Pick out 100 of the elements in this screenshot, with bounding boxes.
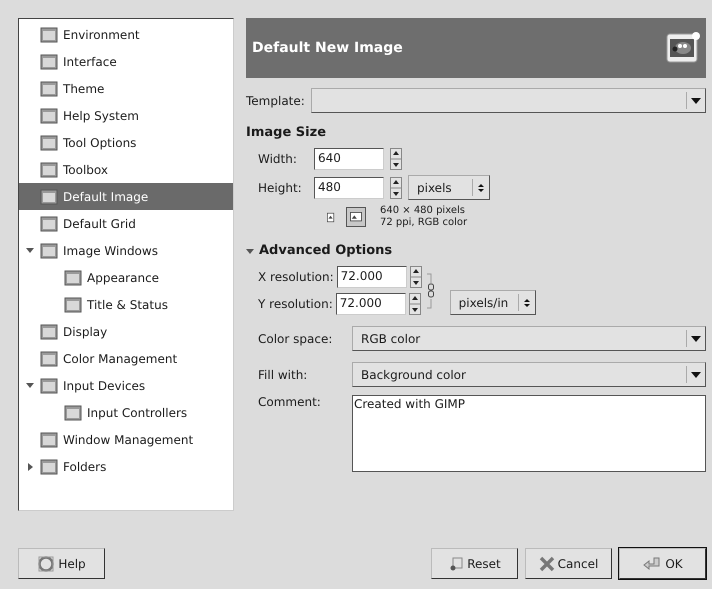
lifebuoy-icon bbox=[37, 556, 56, 572]
ok-button[interactable]: OK bbox=[619, 548, 706, 579]
window-icon bbox=[64, 404, 82, 422]
tree-item[interactable]: Input Devices bbox=[19, 372, 233, 399]
tree-item[interactable]: Image Windows bbox=[19, 237, 233, 264]
expander-right-icon[interactable] bbox=[26, 462, 34, 470]
window-icon bbox=[64, 268, 82, 286]
tree-item[interactable]: Default Image bbox=[19, 183, 233, 210]
tree-item-label: Theme bbox=[63, 82, 104, 96]
width-spinner[interactable] bbox=[390, 148, 402, 170]
expander-down-icon[interactable] bbox=[246, 246, 254, 254]
field-label: Comment: bbox=[258, 395, 322, 409]
tree-item[interactable]: Title & Status bbox=[19, 291, 233, 318]
tree-item-label: Input Devices bbox=[63, 378, 146, 392]
enter-arrow-icon bbox=[642, 556, 662, 572]
section-title: Image Size bbox=[246, 125, 328, 140]
field-label: Width: bbox=[258, 152, 298, 166]
tree-item[interactable]: Tool Options bbox=[19, 129, 233, 156]
tree-item[interactable]: Window Management bbox=[19, 426, 233, 453]
height-spinner[interactable] bbox=[390, 176, 402, 198]
up-down-arrows-icon bbox=[477, 182, 485, 192]
portrait-page-icon bbox=[327, 210, 337, 224]
window-icon bbox=[40, 322, 58, 340]
tree-item[interactable]: Help System bbox=[19, 102, 233, 129]
window-icon bbox=[40, 80, 58, 98]
image-info: 640 × 480 pixels bbox=[380, 205, 466, 217]
color-space-dropdown[interactable]: RGB color bbox=[352, 326, 706, 351]
tree-item-label: Title & Status bbox=[87, 298, 168, 312]
dropdown-arrow-icon bbox=[691, 98, 701, 104]
up-down-arrows-icon bbox=[522, 298, 531, 308]
tree-item[interactable]: Toolbox bbox=[19, 156, 233, 183]
tree-item[interactable]: Environment bbox=[19, 21, 233, 48]
comment-field[interactable]: Created with GIMP bbox=[352, 395, 706, 472]
tree-item-label: Appearance bbox=[87, 270, 160, 284]
tree-item-label: Default Image bbox=[63, 190, 148, 204]
tree-item-label: Window Management bbox=[63, 432, 194, 446]
window-icon bbox=[40, 242, 58, 260]
expander-down-icon[interactable] bbox=[26, 382, 34, 390]
template-dropdown[interactable] bbox=[310, 88, 706, 113]
field-label: Y resolution: bbox=[258, 297, 333, 311]
x-resolution-spinner[interactable] bbox=[410, 266, 422, 288]
page-title: Default New Image bbox=[252, 40, 403, 56]
tree-item-label: Image Windows bbox=[63, 244, 158, 258]
tree-item-label: Tool Options bbox=[63, 136, 136, 150]
tree-item[interactable]: Color Management bbox=[19, 345, 233, 372]
tree-item[interactable]: Folders bbox=[19, 453, 233, 480]
chain-icon[interactable] bbox=[426, 270, 434, 310]
y-resolution-field[interactable]: 72.000 bbox=[336, 293, 406, 315]
tree-item-label: Environment bbox=[63, 28, 140, 42]
landscape-toggle[interactable] bbox=[346, 207, 366, 227]
image-icon bbox=[40, 188, 58, 206]
tree-item[interactable]: Interface bbox=[19, 48, 233, 75]
window-icon bbox=[64, 296, 82, 314]
tree-item-label: Input Controllers bbox=[87, 406, 188, 420]
tree-item-label: Help System bbox=[63, 108, 139, 122]
tree-item-label: Color Management bbox=[63, 352, 178, 366]
window-icon bbox=[40, 106, 58, 124]
width-field[interactable]: 640 bbox=[314, 148, 384, 170]
unit-dropdown[interactable]: pixels bbox=[408, 175, 490, 200]
tree-item-label: Display bbox=[63, 324, 108, 338]
mascot-icon bbox=[666, 31, 700, 65]
tree-item-label: Folders bbox=[63, 460, 106, 474]
window-icon bbox=[40, 430, 58, 448]
field-label: Color space: bbox=[258, 332, 334, 346]
cancel-button[interactable]: Cancel bbox=[525, 548, 612, 579]
fill-dropdown[interactable]: Background color bbox=[352, 362, 706, 387]
window-icon bbox=[40, 350, 58, 368]
cross-icon bbox=[538, 556, 555, 572]
help-button[interactable]: Help bbox=[18, 548, 105, 579]
field-label: Height: bbox=[258, 180, 303, 194]
tree-item[interactable]: Display bbox=[19, 318, 233, 345]
resolution-unit-dropdown[interactable]: pixels/in bbox=[450, 290, 536, 315]
expander-down-icon[interactable] bbox=[26, 246, 34, 254]
window-icon bbox=[40, 134, 58, 152]
landscape-page-icon bbox=[349, 212, 363, 222]
tree-item[interactable]: Appearance bbox=[19, 264, 233, 291]
window-icon bbox=[40, 52, 58, 70]
dropdown-arrow-icon bbox=[691, 372, 701, 378]
x-resolution-field[interactable]: 72.000 bbox=[336, 266, 407, 288]
tree-item[interactable]: Theme bbox=[19, 75, 233, 102]
section-title: Advanced Options bbox=[259, 243, 392, 258]
tree-item[interactable]: Input Controllers bbox=[19, 399, 233, 426]
tree-item-label: Default Grid bbox=[63, 216, 136, 230]
field-label: Fill with: bbox=[258, 368, 308, 382]
tree-item-label: Interface bbox=[63, 54, 117, 68]
window-icon bbox=[40, 26, 58, 44]
field-label: Template: bbox=[246, 94, 305, 108]
field-label: X resolution: bbox=[258, 270, 334, 284]
reset-button[interactable]: Reset bbox=[431, 548, 518, 579]
height-field[interactable]: 480 bbox=[314, 176, 384, 198]
reset-icon bbox=[448, 556, 464, 572]
window-icon bbox=[40, 376, 58, 394]
dropdown-arrow-icon bbox=[691, 336, 701, 342]
tree-item-label: Toolbox bbox=[63, 162, 108, 176]
window-icon bbox=[40, 160, 58, 178]
y-resolution-spinner[interactable] bbox=[408, 293, 421, 315]
window-icon bbox=[40, 458, 58, 476]
tree-item[interactable]: Default Grid bbox=[19, 210, 233, 237]
image-info: 72 ppi, RGB color bbox=[380, 217, 468, 229]
window-icon bbox=[40, 214, 58, 232]
